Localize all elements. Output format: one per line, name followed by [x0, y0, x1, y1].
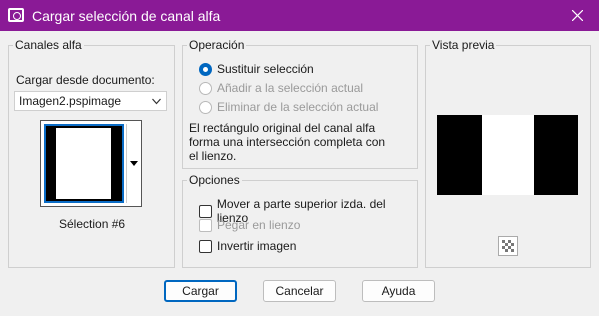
- operation-description: El rectángulo original del canal alfa fo…: [189, 121, 385, 163]
- alpha-channels-label: Canales alfa: [13, 38, 84, 52]
- invert-image-label: Invertir imagen: [217, 239, 297, 253]
- checkerboard-icon: [502, 240, 514, 252]
- checkbox-invert-image[interactable]: Invertir imagen: [199, 239, 296, 253]
- close-icon: [571, 10, 583, 21]
- radio-add-label: Añadir a la selección actual: [217, 81, 364, 95]
- options-label: Opciones: [187, 173, 242, 187]
- radio-replace-label: Sustituir selección: [217, 62, 314, 76]
- preview-label: Vista previa: [430, 38, 497, 52]
- checkbox-box: [199, 239, 212, 253]
- description-line: forma una intersección completa con: [189, 135, 386, 149]
- operation-group: Operación Sustituir selección Añadir a l…: [182, 38, 418, 169]
- channel-thumbnail: [44, 124, 124, 203]
- radio-dot: [199, 62, 212, 76]
- channel-thumbnail-picker[interactable]: [40, 120, 142, 207]
- preview-image: [437, 115, 578, 195]
- title-bar: Cargar selección de canal alfa: [0, 0, 599, 31]
- radio-dot: [199, 100, 212, 114]
- window-title: Cargar selección de canal alfa: [32, 8, 221, 24]
- document-select[interactable]: Imagen2.pspimage: [14, 91, 167, 111]
- close-button[interactable]: [555, 0, 599, 31]
- camera-icon: [8, 8, 24, 22]
- selection-name: Sélection #6: [59, 217, 126, 231]
- transparency-checker-button[interactable]: [498, 236, 518, 256]
- load-from-document-label: Cargar desde documento:: [16, 73, 155, 87]
- thumbnail-dropdown-button[interactable]: [126, 124, 140, 203]
- help-button[interactable]: Ayuda: [362, 280, 435, 302]
- operation-label: Operación: [187, 38, 247, 52]
- load-button[interactable]: Cargar: [164, 280, 237, 302]
- radio-replace-selection[interactable]: Sustituir selección: [199, 62, 314, 76]
- description-line: El rectángulo original del canal alfa: [189, 121, 376, 135]
- checkbox-paste-canvas[interactable]: Pegar en lienzo: [199, 218, 300, 232]
- paste-canvas-label: Pegar en lienzo: [217, 218, 301, 232]
- description-line: el lienzo.: [189, 149, 237, 163]
- radio-remove-label: Eliminar de la selección actual: [217, 100, 379, 114]
- triangle-down-icon: [129, 161, 138, 166]
- cancel-button[interactable]: Cancelar: [263, 280, 336, 302]
- checkbox-box: [199, 218, 212, 232]
- radio-add-selection[interactable]: Añadir a la selección actual: [199, 81, 363, 95]
- checkbox-box: [199, 204, 212, 218]
- radio-dot: [199, 81, 212, 95]
- options-group: Opciones Mover a parte superior izda. de…: [182, 173, 418, 268]
- chevron-down-icon: [152, 98, 161, 105]
- document-select-value: Imagen2.pspimage: [19, 94, 122, 108]
- radio-remove-selection[interactable]: Eliminar de la selección actual: [199, 100, 378, 114]
